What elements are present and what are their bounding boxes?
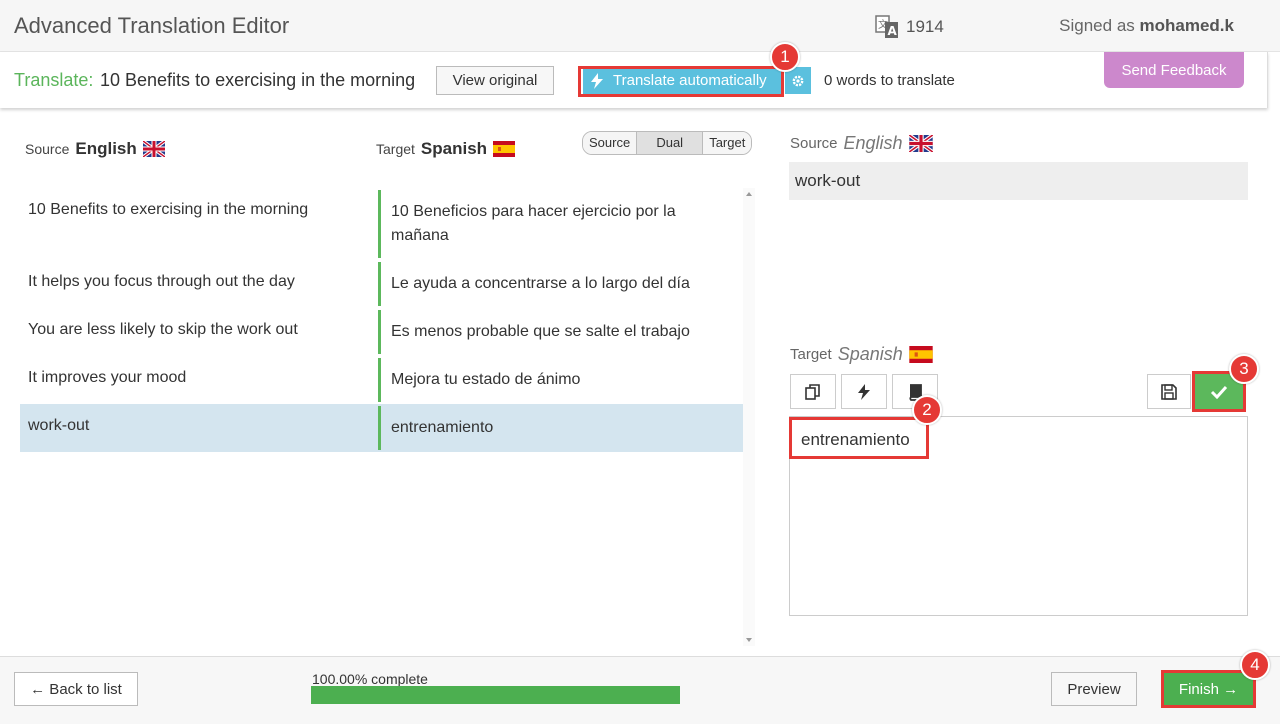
view-mode-dual[interactable]: Dual	[637, 132, 704, 154]
scroll-down-arrow-icon[interactable]	[746, 638, 752, 642]
machine-translate-button[interactable]	[841, 374, 887, 409]
step-badge-4: 4	[1240, 650, 1270, 680]
editor-source-language-name: English	[843, 133, 903, 153]
step-badge-3: 3	[1229, 354, 1259, 384]
segment-row[interactable]: It improves your mood Mejora tu estado d…	[20, 356, 743, 404]
uk-flag-icon	[142, 141, 165, 157]
target-language: Spanish	[420, 139, 488, 158]
floppy-disk-icon	[1161, 383, 1177, 400]
back-to-list-button[interactable]: ← Back to list	[14, 672, 138, 706]
target-translation-text[interactable]: entrenamiento	[801, 430, 910, 450]
copy-source-button[interactable]	[790, 374, 836, 409]
editor-source-text: work-out	[789, 162, 1248, 200]
segment-row[interactable]: It helps you focus through out the day L…	[20, 260, 743, 308]
segment-target: Es menos probable que se salte el trabaj…	[378, 310, 743, 354]
step-badge-1: 1	[770, 42, 800, 72]
copy-icon	[805, 383, 820, 400]
progress-bar	[311, 686, 680, 704]
signed-in-user: Signed as mohamed.k	[1059, 16, 1234, 36]
segment-list: 10 Benefits to exercising in the morning…	[20, 188, 743, 452]
progress-label: 100.00% complete	[312, 671, 428, 687]
words-to-translate: 0 words to translate	[824, 72, 955, 89]
translate-automatically-label: Translate automatically	[613, 72, 767, 89]
editor-target-language-name: Spanish	[837, 344, 903, 364]
segment-target: entrenamiento	[378, 406, 743, 450]
credits-counter: 文 A 1914	[874, 14, 944, 40]
credits-value: 1914	[906, 17, 944, 36]
segment-source: It helps you focus through out the day	[28, 273, 295, 290]
view-mode-toggle: Source Dual Target	[582, 131, 753, 155]
finish-button[interactable]: Finish →	[1164, 673, 1253, 705]
editor-source-language: Source English	[790, 133, 933, 154]
segment-source: It improves your mood	[28, 369, 187, 386]
segment-row[interactable]: 10 Benefits to exercising in the morning…	[20, 188, 743, 260]
top-header: Advanced Translation Editor 文 A 1914 Sig…	[0, 0, 1280, 52]
progress-bar-fill	[311, 686, 680, 704]
step-badge-2: 2	[912, 395, 942, 425]
segment-source: work-out	[28, 417, 90, 434]
scroll-up-arrow-icon[interactable]	[746, 192, 752, 196]
translation-editor-app: Advanced Translation Editor 文 A 1914 Sig…	[0, 0, 1280, 724]
spain-flag-icon	[909, 346, 933, 363]
lightning-icon	[858, 383, 870, 400]
view-mode-target[interactable]: Target	[703, 132, 752, 154]
document-title: 10 Benefits to exercising in the morning	[100, 70, 416, 90]
checkmark-icon	[1210, 385, 1228, 399]
send-feedback-button[interactable]: Send Feedback	[1104, 52, 1244, 88]
svg-text:A: A	[888, 24, 898, 38]
segment-target: Mejora tu estado de ánimo	[378, 358, 743, 402]
signed-prefix: Signed as	[1059, 16, 1135, 35]
segment-source: You are less likely to skip the work out	[28, 321, 298, 338]
lightning-icon	[591, 72, 603, 89]
view-mode-source[interactable]: Source	[583, 132, 638, 154]
source-caption: Source	[25, 141, 70, 157]
app-title: Advanced Translation Editor	[14, 13, 290, 38]
segment-target: Le ayuda a concentrarse a lo largo del d…	[378, 262, 743, 306]
document-toolbar: Translate: 10 Benefits to exercising in …	[0, 52, 1268, 108]
segment-source: 10 Benefits to exercising in the morning	[28, 201, 309, 218]
save-button[interactable]	[1147, 374, 1191, 409]
gear-icon	[792, 75, 804, 86]
editor-source-caption: Source	[790, 135, 838, 152]
segment-row-active[interactable]: work-out entrenamiento	[20, 404, 743, 452]
uk-flag-icon	[908, 135, 933, 152]
source-language: English	[75, 139, 137, 158]
preview-button[interactable]: Preview	[1051, 672, 1137, 706]
segments-source-language: Source English	[25, 139, 165, 159]
username: mohamed.k	[1139, 16, 1234, 35]
translate-credits-icon: 文 A	[875, 15, 898, 38]
translate-automatically-button[interactable]: Translate automatically	[583, 67, 783, 94]
segments-target-language: Target Spanish	[376, 139, 516, 159]
segment-target: 10 Beneficios para hacer ejercicio por l…	[378, 190, 743, 258]
target-caption: Target	[376, 141, 415, 157]
editor-target-language: Target Spanish	[790, 344, 933, 365]
segment-row[interactable]: You are less likely to skip the work out…	[20, 308, 743, 356]
view-original-button[interactable]: View original	[436, 66, 554, 95]
spain-flag-icon	[493, 141, 516, 157]
translate-label: Translate:	[14, 70, 94, 90]
editor-target-caption: Target	[790, 346, 832, 363]
segment-list-scrollbar[interactable]	[743, 188, 755, 646]
